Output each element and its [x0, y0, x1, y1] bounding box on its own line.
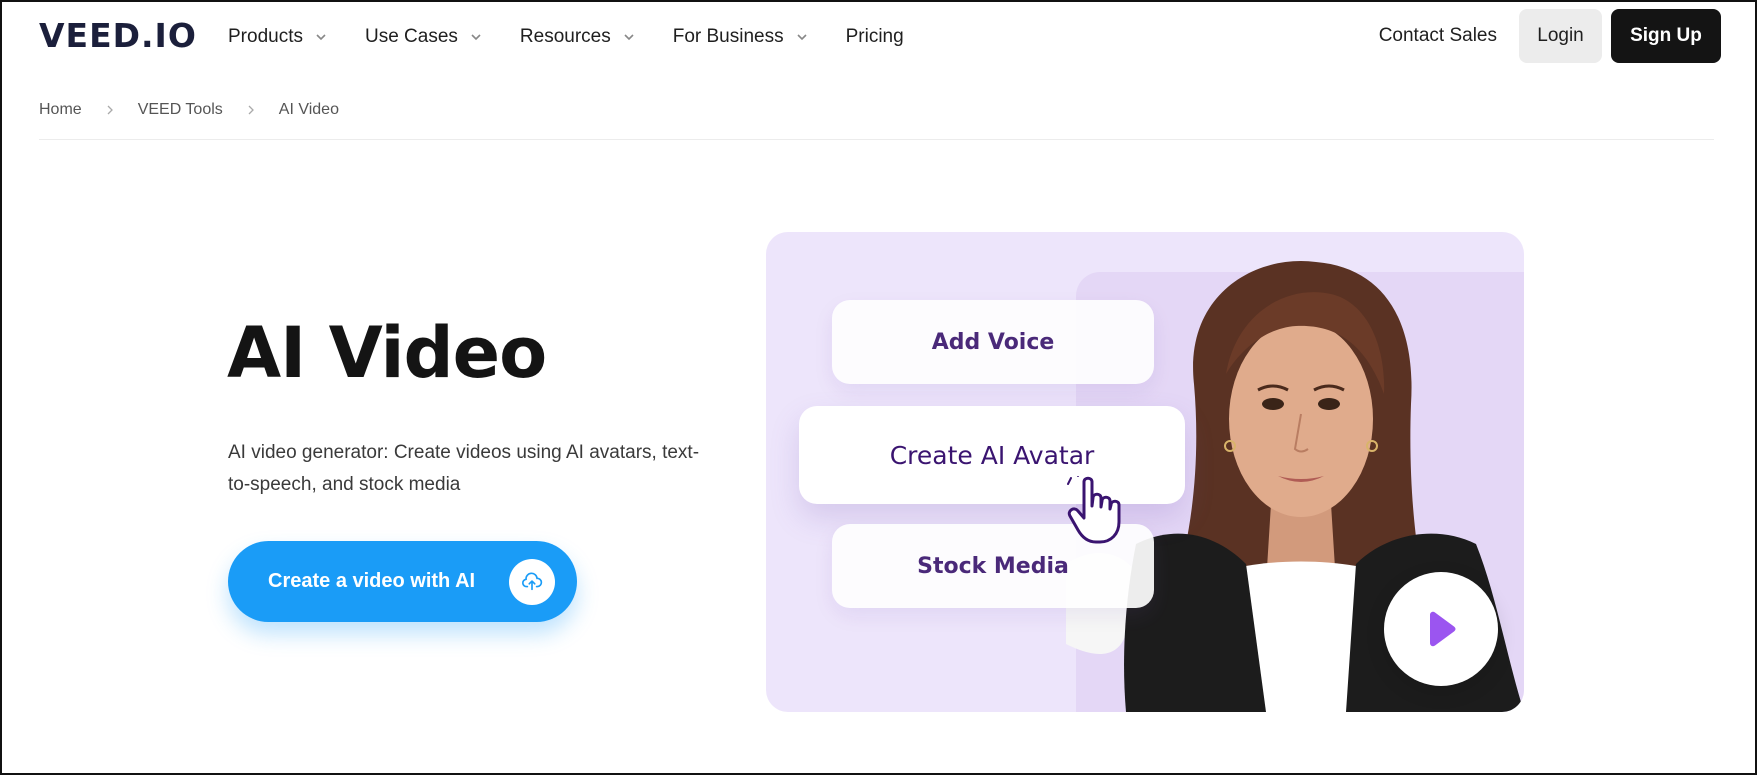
create-video-button[interactable]: Create a video with AI — [228, 541, 577, 622]
add-voice-option[interactable]: Add Voice — [832, 300, 1154, 384]
nav-actions: Contact Sales Login Sign Up — [1379, 9, 1721, 63]
nav-for-business-label: For Business — [672, 26, 784, 47]
play-button[interactable] — [1384, 572, 1498, 686]
nav-use-cases[interactable]: Use Cases — [365, 24, 482, 50]
divider — [39, 139, 1714, 140]
nav-resources-label: Resources — [519, 26, 611, 47]
page: VEED.IO Products Use Cases Resources For… — [0, 0, 1757, 775]
breadcrumb-home[interactable]: Home — [39, 101, 82, 119]
veed-logo[interactable]: VEED.IO — [39, 16, 197, 55]
nav-pricing-label: Pricing — [845, 26, 904, 47]
breadcrumb-current: AI Video — [278, 101, 339, 118]
chevron-down-icon — [316, 34, 326, 41]
nav-products-label: Products — [228, 26, 303, 47]
login-button[interactable]: Login — [1519, 9, 1602, 63]
nav-pricing[interactable]: Pricing — [846, 24, 904, 50]
chevron-down-icon — [471, 34, 481, 41]
chevron-right-icon — [107, 105, 113, 115]
chevron-down-icon — [797, 34, 807, 41]
nav-use-cases-label: Use Cases — [364, 26, 458, 47]
chevron-right-icon — [248, 105, 254, 115]
hero-media-card: Add Voice Create AI Avatar Stock Media — [766, 232, 1524, 712]
upload-cloud-icon — [509, 559, 555, 605]
play-icon — [1430, 611, 1456, 647]
create-video-button-label: Create a video with AI — [268, 570, 476, 592]
nav-for-business[interactable]: For Business — [673, 24, 808, 50]
chevron-down-icon — [624, 34, 634, 41]
contact-sales-link[interactable]: Contact Sales — [1379, 25, 1497, 47]
breadcrumb: Home VEED Tools AI Video — [39, 101, 339, 119]
page-title: AI Video — [227, 312, 547, 394]
breadcrumb-veed-tools[interactable]: VEED Tools — [138, 101, 223, 119]
nav-resources[interactable]: Resources — [520, 24, 635, 50]
hand-pointer-icon — [1067, 476, 1121, 544]
nav-products[interactable]: Products — [228, 24, 327, 50]
sign-up-button[interactable]: Sign Up — [1611, 9, 1721, 63]
hero-subtitle: AI video generator: Create videos using … — [228, 442, 700, 495]
main-nav: Products Use Cases Resources For Busines… — [228, 24, 942, 50]
